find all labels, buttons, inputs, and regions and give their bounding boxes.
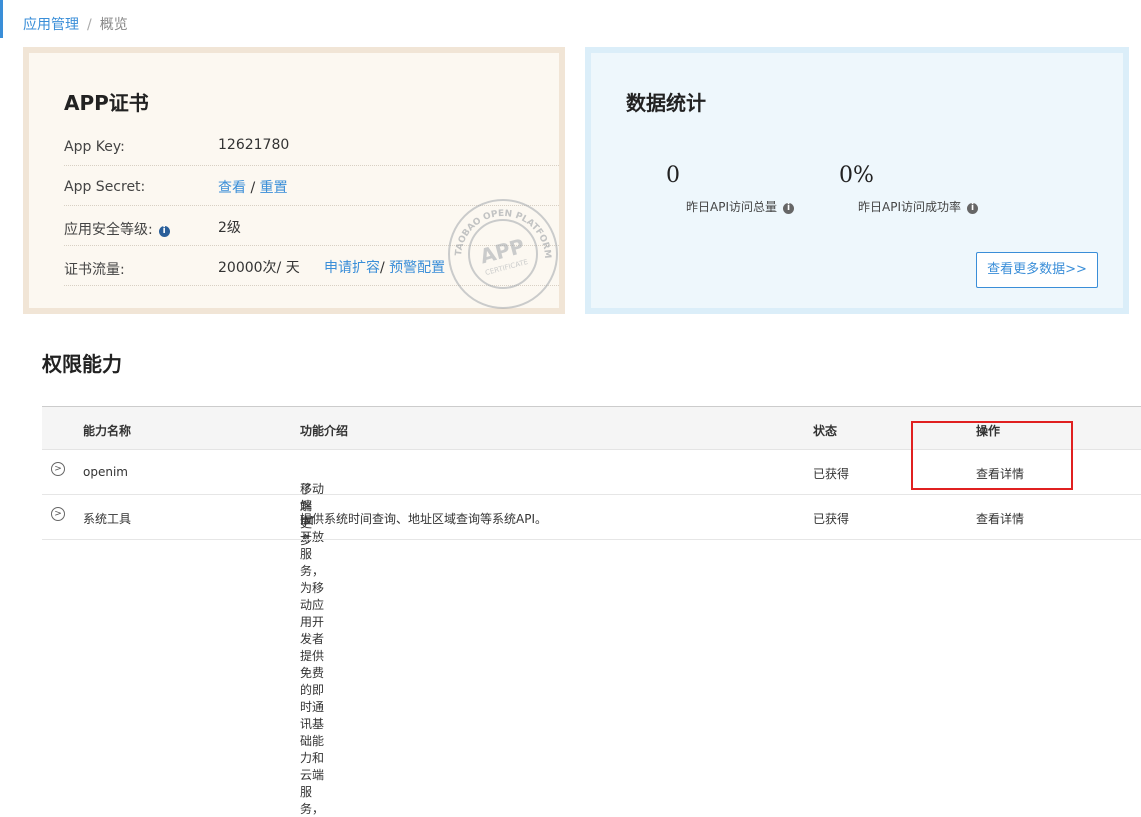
traffic-value: 20000次/ 天 [218, 260, 300, 276]
api-success-rate-value: 0% [839, 163, 874, 188]
security-level-value: 2级 [218, 220, 241, 236]
column-header-description: 功能介绍 [300, 424, 349, 438]
security-level-label: 应用安全等级: [64, 222, 153, 238]
app-secret-label: App Secret: [64, 179, 146, 195]
traffic-actions: 申请扩容/ 预警配置 [324, 257, 445, 277]
alert-config-link[interactable]: 预警配置 [389, 260, 445, 276]
certificate-title: APP证书 [64, 91, 149, 115]
view-secret-link[interactable]: 查看 [218, 180, 246, 196]
info-icon[interactable]: i [967, 203, 978, 214]
api-total-label-wrap: 昨日API访问总量 i [686, 198, 794, 215]
reset-secret-link[interactable]: 重置 [260, 180, 288, 196]
stats-title: 数据统计 [626, 91, 706, 115]
row-status: 已获得 [813, 467, 850, 481]
app-key-row: App Key: 12621780 [64, 125, 559, 166]
api-success-rate-label-wrap: 昨日API访问成功率 i [858, 198, 978, 215]
nav-active-indicator [0, 0, 3, 38]
expand-chevron-icon[interactable]: > [51, 462, 65, 476]
info-icon[interactable]: i [783, 203, 794, 214]
row-status: 已获得 [813, 512, 850, 526]
data-stats-card: 数据统计 0 昨日API访问总量 i 0% 昨日API访问成功率 i 查看更多数据>… [585, 47, 1129, 314]
permissions-title: 权限能力 [42, 352, 122, 376]
annotation-highlight-box [911, 421, 1073, 490]
app-key-label: App Key: [64, 139, 125, 155]
expand-chevron-icon[interactable]: > [51, 507, 65, 521]
security-level-label-wrap: 应用安全等级: i [64, 219, 170, 239]
app-key-value: 12621780 [218, 137, 290, 153]
secret-slash: / [250, 180, 256, 196]
certificate-seal-icon: TAOBAO OPEN PLATFORM APP CERTIFICATE [448, 199, 558, 309]
api-total-value: 0 [666, 163, 680, 188]
column-header-name: 能力名称 [83, 424, 132, 438]
breadcrumb-current: 概览 [99, 17, 128, 33]
row-name: openim [83, 465, 128, 479]
apply-expand-link[interactable]: 申请扩容 [324, 260, 380, 276]
api-total-label: 昨日API访问总量 [686, 200, 777, 214]
table-row: > 系统工具 提供系统时间查询、地址区域查询等系统API。 已获得 查看详情 [42, 495, 1141, 540]
app-certificate-card: APP证书 App Key: 12621780 App Secret: 查看 /… [23, 47, 565, 314]
column-header-status: 状态 [813, 424, 838, 438]
traffic-slash: / [380, 260, 385, 276]
breadcrumb: 应用管理 / 概览 [23, 14, 128, 34]
api-success-rate-label: 昨日API访问成功率 [858, 200, 961, 214]
info-icon[interactable]: i [158, 226, 170, 237]
row-name: 系统工具 [83, 512, 132, 526]
view-more-data-button[interactable]: 查看更多数据>> [976, 252, 1098, 288]
breadcrumb-app-management-link[interactable]: 应用管理 [23, 17, 79, 33]
view-details-link[interactable]: 查看详情 [976, 510, 1024, 527]
breadcrumb-separator: / [87, 17, 92, 33]
app-secret-actions: 查看 / 重置 [218, 177, 288, 197]
traffic-label: 证书流量: [64, 262, 125, 278]
row-description: 提供系统时间查询、地址区域查询等系统API。 [300, 512, 547, 526]
